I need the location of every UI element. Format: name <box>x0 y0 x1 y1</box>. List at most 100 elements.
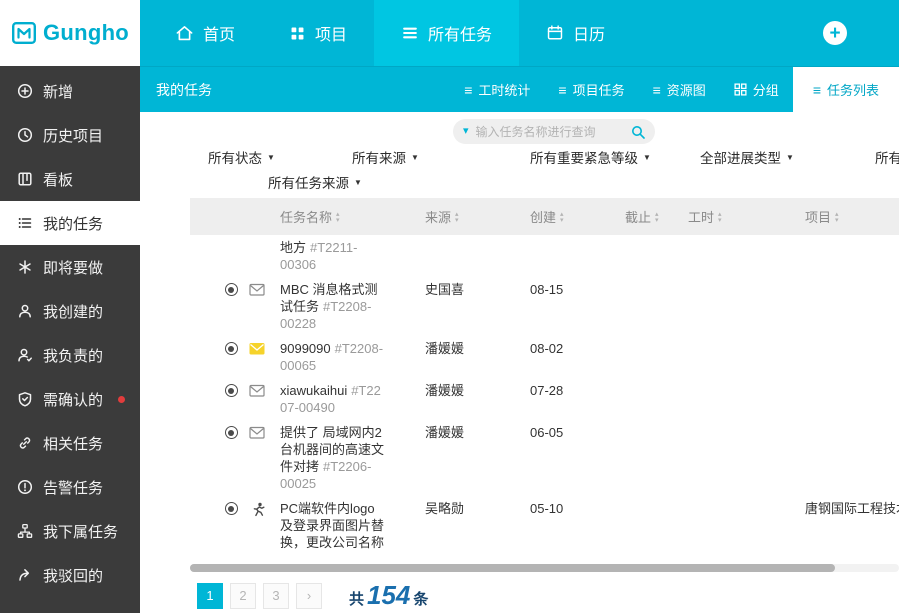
history-icon <box>17 127 33 143</box>
column-header-hours[interactable]: 工时 ▴▾ <box>688 207 805 226</box>
plus-icon: + <box>829 24 840 43</box>
nav-item-calendar[interactable]: 日历 <box>519 0 632 66</box>
column-header-due[interactable]: 截止 ▴▾ <box>625 207 688 226</box>
filter-cutoff[interactable]: 所有 ▼ <box>875 147 899 167</box>
search-icon[interactable] <box>631 125 645 139</box>
nav-item-label: 项目 <box>315 21 347 45</box>
task-search-box[interactable]: ▾ <box>453 119 655 144</box>
task-title: PC端软件内logo及登录界面图片替换，更改公司名称 <box>280 501 384 550</box>
sidebar-item-label: 需确认的 <box>43 389 103 410</box>
sidebar-item-subordinate-tasks[interactable]: 我下属任务 <box>0 509 140 553</box>
tab-grouping[interactable]: 分组 <box>720 67 793 112</box>
sidebar-item-owned-by-me[interactable]: 我负责的 <box>0 333 140 377</box>
column-header-created[interactable]: 创建 ▴▾ <box>530 207 625 226</box>
radio-icon[interactable] <box>225 384 238 397</box>
radio-icon[interactable] <box>225 342 238 355</box>
sort-icon: ▴▾ <box>336 211 340 223</box>
radio-icon[interactable] <box>225 283 238 296</box>
sort-icon: ▴▾ <box>455 211 459 223</box>
page-button-2[interactable]: 2 <box>230 583 256 609</box>
logo[interactable]: Gungho <box>0 0 140 66</box>
radio-icon[interactable] <box>225 502 238 515</box>
nav-item-projects[interactable]: 项目 <box>262 0 374 66</box>
next-page-button[interactable]: › <box>296 583 322 609</box>
sidebar-item-created-by-me[interactable]: 我创建的 <box>0 289 140 333</box>
sidebar-item-label: 历史项目 <box>43 125 103 146</box>
table-row[interactable]: 9099090#T2208-00065 潘媛媛 08-02 <box>190 336 899 378</box>
home-icon <box>175 24 194 43</box>
sidebar-item-my-tasks[interactable]: 我的任务 <box>0 201 140 245</box>
sort-icon: ▴▾ <box>718 211 722 223</box>
list-icon <box>401 24 419 42</box>
envelope-yellow-icon <box>249 342 265 356</box>
tab-project-tasks[interactable]: ≡ 项目任务 <box>544 67 638 112</box>
tab-task-list[interactable]: ≡ 任务列表 <box>793 67 899 112</box>
filter-source[interactable]: 所有来源 ▼ <box>352 147 419 167</box>
list-icon: ≡ <box>813 83 821 97</box>
radio-icon[interactable] <box>225 426 238 439</box>
filter-progress-type[interactable]: 全部进展类型 ▼ <box>700 147 794 167</box>
filter-label: 所有状态 <box>208 147 262 167</box>
sidebar-item-related-tasks[interactable]: 相关任务 <box>0 421 140 465</box>
sidebar-item-new[interactable]: 新增 <box>0 69 140 113</box>
page-button-3[interactable]: 3 <box>263 583 289 609</box>
view-tabs: ≡ 工时统计 ≡ 项目任务 ≡ 资源图 分组 ≡ 任务列表 <box>450 67 899 112</box>
main-content: ▾ 所有状态 ▼ 所有来源 ▼ 所有重要紧急等级 ▼ 全部进展类型 ▼ 所有 ▼… <box>140 112 899 613</box>
filter-label: 所有重要紧急等级 <box>530 147 638 167</box>
alert-icon <box>17 479 33 495</box>
sidebar-item-history-projects[interactable]: 历史项目 <box>0 113 140 157</box>
plus-circle-icon <box>17 83 33 99</box>
task-created: 06-05 <box>530 424 625 441</box>
tab-resource-map[interactable]: ≡ 资源图 <box>639 67 720 112</box>
column-header-task-name[interactable]: 任务名称 ▴▾ <box>270 207 425 226</box>
user-icon <box>17 303 33 319</box>
table-row[interactable]: MBC 消息格式测试任务#T2208-00228 史国喜 08-15 <box>190 277 899 336</box>
sub-header: 我的任务 ≡ 工时统计 ≡ 项目任务 ≡ 资源图 分组 ≡ 任务列表 <box>140 66 899 112</box>
app-window: Gungho 首页 项目 所有任务 <box>0 0 899 613</box>
column-header-project[interactable]: 项目 ▴▾ <box>805 207 899 226</box>
nav-item-all-tasks[interactable]: 所有任务 <box>374 0 519 66</box>
list-icon: ≡ <box>558 83 566 97</box>
add-button[interactable]: + <box>823 21 847 45</box>
filter-status[interactable]: 所有状态 ▼ <box>208 147 275 167</box>
column-header-source[interactable]: 来源 ▴▾ <box>425 207 530 226</box>
chevron-down-icon: ▼ <box>354 178 362 187</box>
list-icon: ≡ <box>653 83 661 97</box>
page-button-1[interactable]: 1 <box>197 583 223 609</box>
sidebar-item-label: 新增 <box>43 81 73 102</box>
sidebar-item-alert-tasks[interactable]: 告警任务 <box>0 465 140 509</box>
table-row[interactable]: 提供了 局域网内2台机器间的高速文件对拷#T2206-00025 潘媛媛 06-… <box>190 420 899 496</box>
user-check-icon <box>17 347 33 363</box>
sidebar-item-rejected-by-me[interactable]: 我驳回的 <box>0 553 140 597</box>
grid-icon <box>289 25 306 42</box>
filter-task-source[interactable]: 所有任务来源 ▼ <box>268 172 362 192</box>
filter-label: 全部进展类型 <box>700 147 781 167</box>
shield-icon <box>17 391 33 407</box>
search-input[interactable] <box>476 125 624 139</box>
task-title: 9099090 <box>280 341 331 356</box>
notification-dot <box>118 396 125 403</box>
task-list-icon <box>17 215 33 231</box>
page-title: 我的任务 <box>156 80 212 100</box>
chevron-down-icon[interactable]: ▾ <box>463 126 469 137</box>
table-row[interactable]: PC端软件内logo及登录界面图片替换，更改公司名称 吴略勋 05-10 唐钢国… <box>190 496 899 555</box>
sidebar-item-kanban[interactable]: 看板 <box>0 157 140 201</box>
total-count: 共 154 条 <box>349 580 428 611</box>
nav-item-home[interactable]: 首页 <box>148 0 262 66</box>
sidebar-item-needs-confirmation[interactable]: 需确认的 <box>0 377 140 421</box>
chevron-down-icon: ▼ <box>267 153 275 162</box>
table-row[interactable]: xiawukaihui#T2207-00490 潘媛媛 07-28 <box>190 378 899 420</box>
tab-label: 任务列表 <box>827 80 879 99</box>
filter-label: 所有 <box>875 147 899 167</box>
tab-timesheet[interactable]: ≡ 工时统计 <box>450 67 544 112</box>
envelope-icon <box>249 384 265 398</box>
task-source: 潘媛媛 <box>425 382 530 399</box>
sidebar-item-label: 我驳回的 <box>43 565 103 586</box>
table-row[interactable]: 地方#T2211-00306 <box>190 235 899 277</box>
list-icon: ≡ <box>464 83 472 97</box>
sidebar-item-upcoming[interactable]: 即将要做 <box>0 245 140 289</box>
total-number: 154 <box>367 580 410 611</box>
sidebar-item-label: 我创建的 <box>43 301 103 322</box>
filter-priority[interactable]: 所有重要紧急等级 ▼ <box>530 147 651 167</box>
scrollbar-thumb[interactable] <box>190 564 835 572</box>
